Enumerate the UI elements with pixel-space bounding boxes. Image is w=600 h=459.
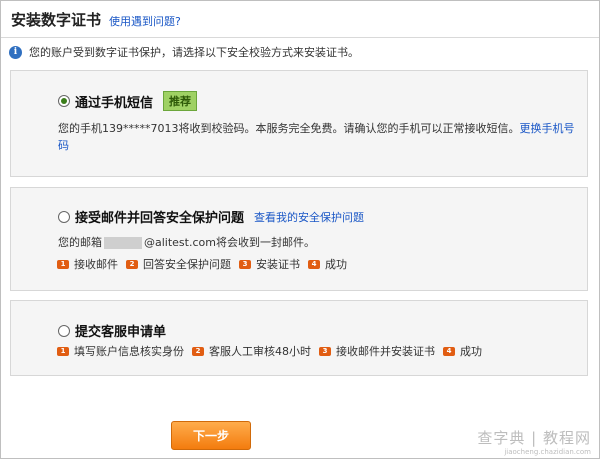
option-card-service: 提交客服申请单 1 填写账户信息核实身份 2 客服人工审核48小时 3 接收邮件… [10,300,588,376]
sms-desc-text: 您的手机139*****7013将收到校验码。本服务完全免费。请确认您的手机可以… [58,122,520,135]
step-label: 接收邮件 [74,258,118,271]
help-link[interactable]: 使用遇到问题? [109,13,181,29]
info-text: 您的账户受到数字证书保护，请选择以下安全校验方式来安装证书。 [29,46,359,59]
radio-sms[interactable] [58,95,70,107]
page-title: 安装数字证书 [11,11,102,29]
radio-email[interactable] [58,210,70,223]
watermark: 查字典 | 教程网 jiaocheng.chazidian.com [477,427,591,456]
masked-email [104,237,142,249]
option-sms[interactable]: 通过手机短信 推荐 [58,91,198,111]
step-number: 4 [443,346,455,356]
radio-service[interactable] [58,324,70,337]
step-label: 安装证书 [256,258,300,271]
step-number: 1 [57,259,69,269]
email-desc-suffix: @alitest.com将会收到一封邮件。 [144,236,315,249]
header-divider [1,37,599,38]
info-icon: i [9,45,22,59]
email-desc-prefix: 您的邮箱 [58,236,102,249]
watermark-sub: jiaocheng.chazidian.com [504,448,591,456]
step-label: 成功 [460,345,482,358]
email-steps: 1 接收邮件 2 回答安全保护问题 3 安装证书 4 成功 [57,256,355,272]
option-title-email[interactable]: 接受邮件并回答安全保护问题 [75,207,244,226]
option-title-service[interactable]: 提交客服申请单 [75,321,166,340]
step-label: 接收邮件并安装证书 [336,345,435,358]
step-number: 3 [239,259,251,269]
option-email[interactable]: 接受邮件并回答安全保护问题 查看我的安全保护问题 [58,207,364,226]
step-number: 2 [192,346,204,356]
watermark-main: 查字典 | 教程网 [477,429,591,447]
step-number: 4 [308,259,320,269]
step-number: 2 [126,259,138,269]
option-card-email: 接受邮件并回答安全保护问题 查看我的安全保护问题 您的邮箱 @alitest.co… [10,187,588,291]
header: 安装数字证书 使用遇到问题? [11,9,181,33]
option-service[interactable]: 提交客服申请单 [58,321,166,340]
step-number: 3 [319,346,331,356]
step-label: 回答安全保护问题 [143,258,231,271]
option-card-sms: 通过手机短信 推荐 您的手机139*****7013将收到校验码。本服务完全免费… [10,70,588,177]
option-title-sms[interactable]: 通过手机短信 [75,92,153,111]
option-desc-sms: 您的手机139*****7013将收到校验码。本服务完全免费。请确认您的手机可以… [58,120,583,154]
step-label: 客服人工审核48小时 [209,345,311,358]
step-number: 1 [57,346,69,356]
step-label: 填写账户信息核实身份 [74,345,184,358]
service-steps: 1 填写账户信息核实身份 2 客服人工审核48小时 3 接收邮件并安装证书 4 … [57,343,490,359]
info-message: i 您的账户受到数字证书保护，请选择以下安全校验方式来安装证书。 [9,44,359,60]
option-desc-email: 您的邮箱 @alitest.com将会收到一封邮件。 [58,234,583,251]
view-security-questions-link[interactable]: 查看我的安全保护问题 [254,209,364,225]
next-step-button[interactable]: 下一步 [171,421,251,450]
recommend-badge: 推荐 [163,91,198,111]
install-certificate-panel: 安装数字证书 使用遇到问题? i 您的账户受到数字证书保护，请选择以下安全校验方… [0,0,600,459]
step-label: 成功 [325,258,347,271]
